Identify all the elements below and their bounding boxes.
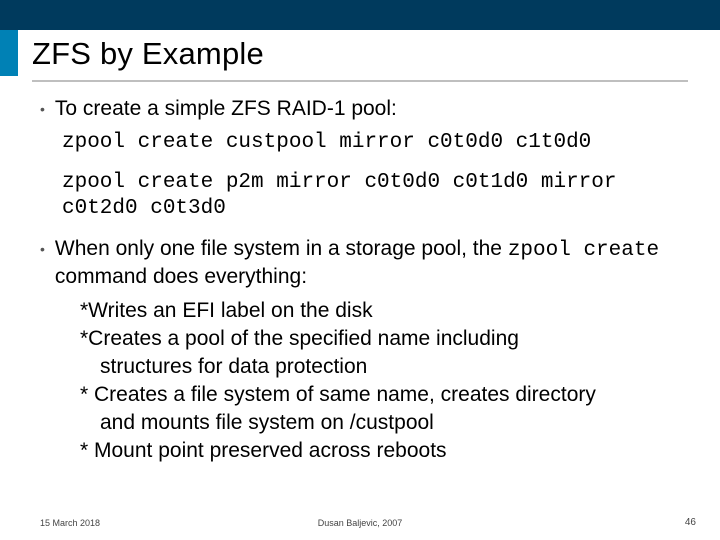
sub-bullet-3: * Creates a file system of same name, cr… — [80, 382, 680, 408]
accent-sidebar — [0, 30, 18, 76]
slide-title: ZFS by Example — [32, 36, 264, 72]
footer-page-number: 46 — [685, 517, 696, 528]
sub-bullet-3-cont: and mounts file system on /custpool — [100, 410, 680, 436]
sub-bullet-2-cont: structures for data protection — [100, 354, 680, 380]
bullet-2-pre: When only one file system in a storage p… — [55, 237, 508, 260]
inline-code-zpool-create: zpool create — [508, 239, 659, 262]
code-block-2: zpool create p2m mirror c0t0d0 c0t1d0 mi… — [62, 170, 680, 222]
top-bar — [0, 0, 720, 30]
sub-bullet-4: * Mount point preserved across reboots — [80, 438, 680, 464]
sub-bullet-2: *Creates a pool of the specified name in… — [80, 326, 680, 352]
footer-author: Dusan Baljevic, 2007 — [0, 518, 720, 528]
bullet-2-post: command does everything: — [55, 265, 307, 288]
bullet-dot-icon: • — [40, 98, 45, 120]
code-block-1: zpool create custpool mirror c0t0d0 c1t0… — [62, 130, 680, 156]
bullet-2: • When only one file system in a storage… — [40, 236, 680, 290]
title-underline — [32, 80, 688, 82]
bullet-1: • To create a simple ZFS RAID-1 pool: — [40, 96, 680, 122]
bullet-dot-icon: • — [40, 238, 45, 260]
slide-body: • To create a simple ZFS RAID-1 pool: zp… — [40, 96, 680, 464]
slide: ZFS by Example • To create a simple ZFS … — [0, 0, 720, 540]
bullet-1-text: To create a simple ZFS RAID-1 pool: — [55, 96, 397, 122]
sub-bullet-1: *Writes an EFI label on the disk — [80, 298, 680, 324]
bullet-2-text: When only one file system in a storage p… — [55, 236, 680, 290]
